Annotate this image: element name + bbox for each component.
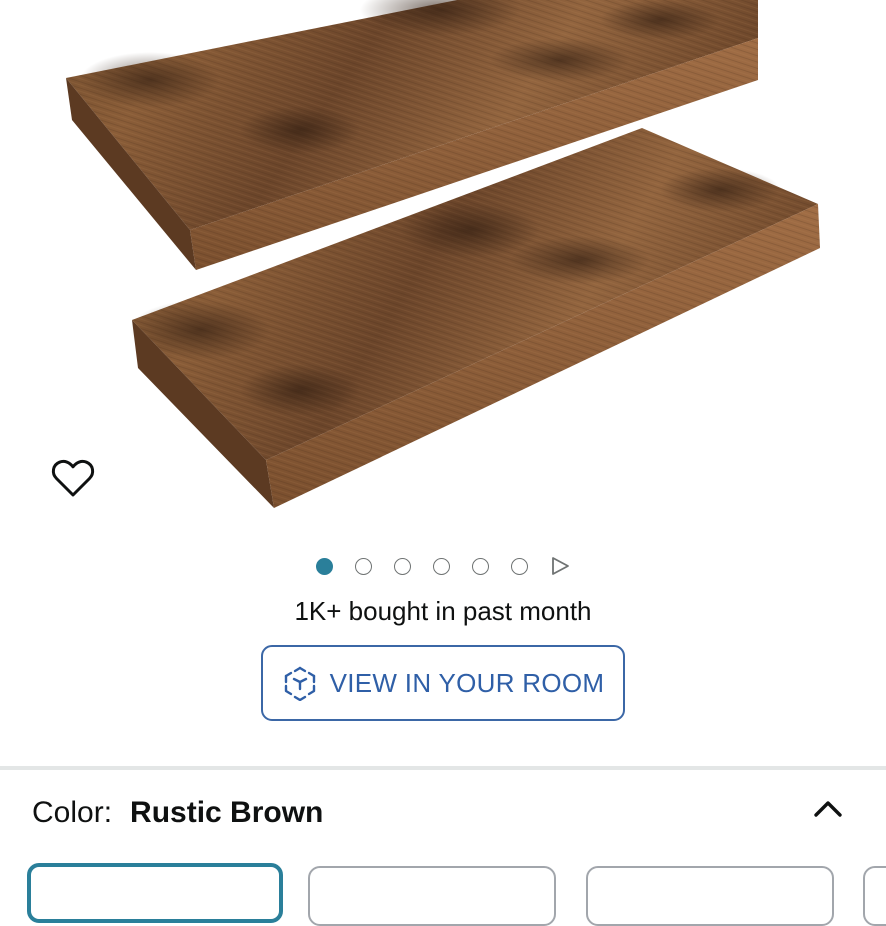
cube-ar-icon	[284, 666, 315, 701]
carousel-next-button[interactable]	[550, 556, 570, 576]
color-label: Color:	[32, 796, 113, 829]
selected-color-value: Rustic Brown	[130, 796, 324, 829]
wishlist-button[interactable]	[50, 456, 96, 500]
image-carousel-indicator	[0, 553, 886, 579]
play-triangle-icon	[552, 557, 569, 575]
chevron-up-icon	[814, 801, 842, 817]
bought-in-past-month: 1K+ bought in past month	[294, 596, 592, 626]
heart-outline-icon	[51, 459, 95, 497]
color-swatch-1-selected[interactable]	[27, 863, 283, 923]
product-image[interactable]	[0, 0, 886, 535]
view-in-your-room-button[interactable]: VIEW IN YOUR ROOM	[261, 645, 625, 721]
carousel-dot-4[interactable]	[433, 557, 450, 575]
carousel-dot-2[interactable]	[355, 557, 372, 575]
shelves-illustration	[66, 0, 820, 508]
color-swatch-3[interactable]	[586, 866, 834, 926]
view-in-your-room-label: VIEW IN YOUR ROOM	[329, 667, 605, 698]
section-divider	[0, 766, 886, 770]
color-swatch-2[interactable]	[308, 866, 556, 926]
color-variation-header: Color: Rustic Brown	[32, 796, 323, 830]
color-swatch-4[interactable]	[863, 866, 886, 926]
carousel-dot-5[interactable]	[472, 557, 489, 575]
carousel-dot-3[interactable]	[394, 557, 411, 575]
carousel-dot-6[interactable]	[511, 557, 528, 575]
collapse-variations-button[interactable]	[808, 790, 848, 826]
carousel-dot-1[interactable]	[316, 557, 333, 575]
